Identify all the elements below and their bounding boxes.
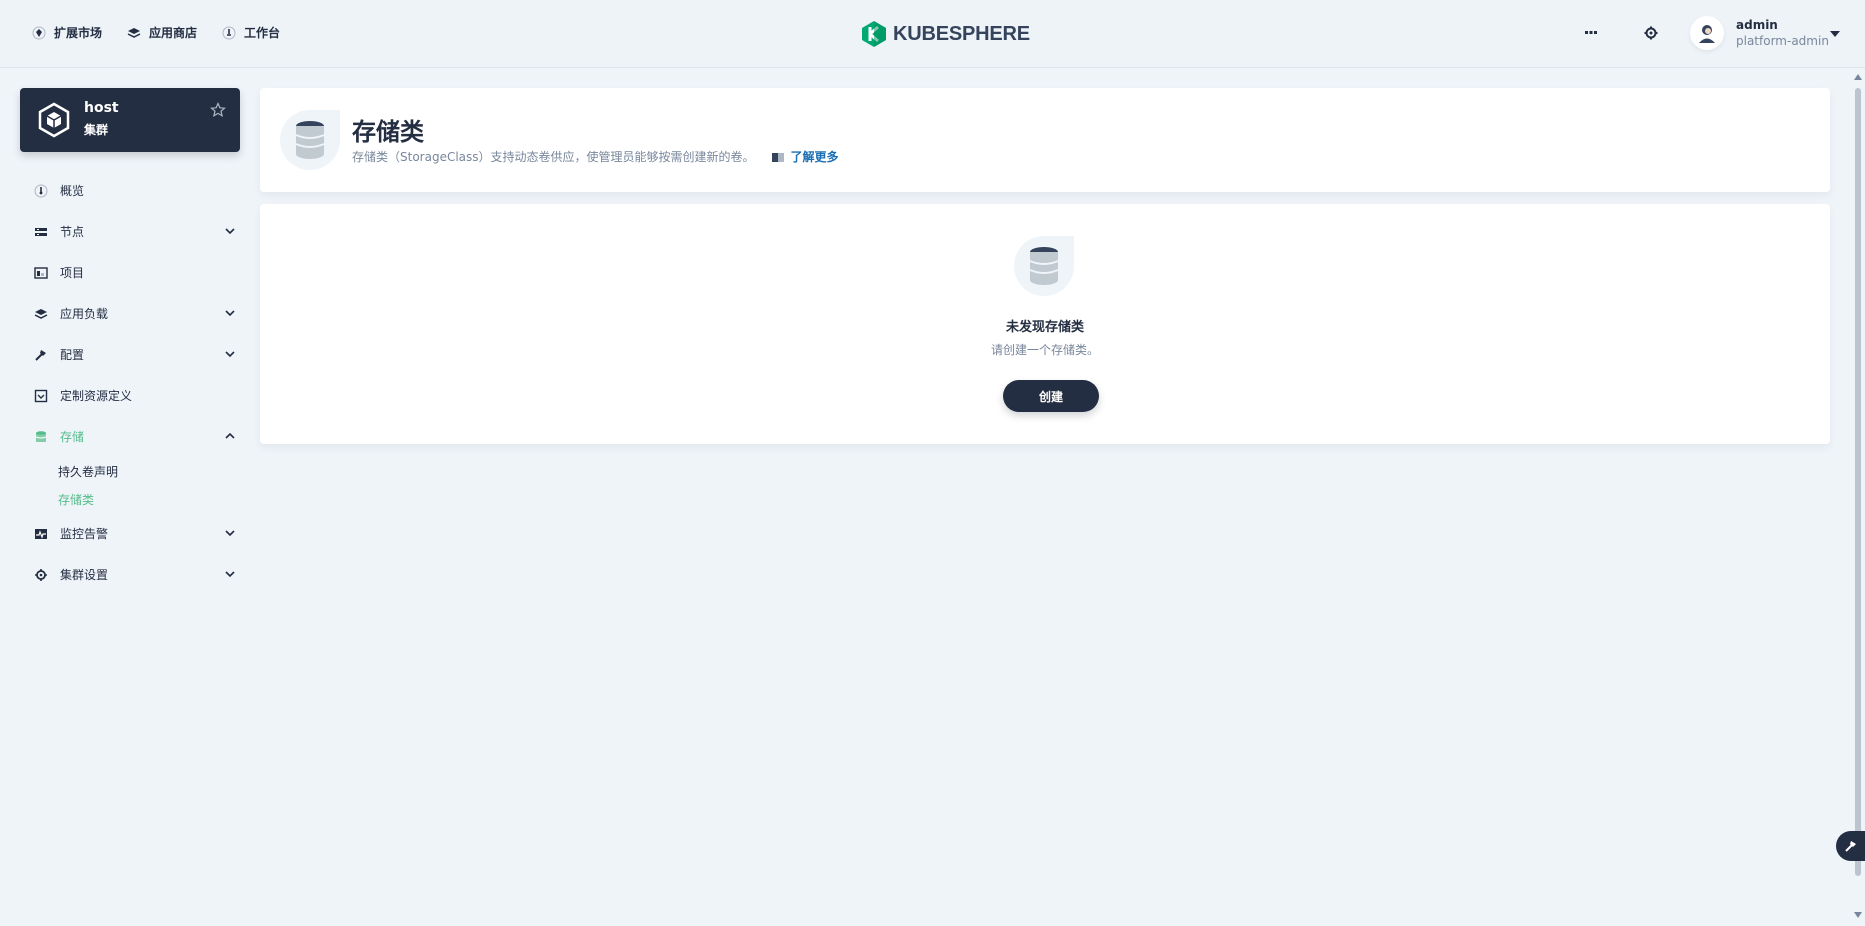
sidebar-item-nodes[interactable]: 节点 [20,211,240,252]
empty-state-description: 请创建一个存储类。 [990,343,1099,357]
nav-extensions[interactable]: 扩展市场 [32,24,102,41]
storage-icon [35,430,47,442]
storage-submenu: 持久卷声明 存储类 [20,457,240,513]
workbench-icon [222,26,236,39]
hammer-icon [1845,841,1856,852]
sidebar-item-storage[interactable]: 存储 [20,416,240,457]
user-menu[interactable]: admin platform-admin [1690,16,1829,50]
extensions-icon [32,26,46,39]
user-info: admin platform-admin [1736,17,1829,49]
sidebar-subitem-pvc[interactable]: 持久卷声明 [58,457,240,485]
sidebar-item-crd[interactable]: 定制资源定义 [20,375,240,416]
nav-workbench[interactable]: 工作台 [222,24,280,41]
chevron-down-icon [225,228,235,235]
nodes-icon [35,227,47,236]
workloads-icon [34,308,48,319]
apps-grid-icon[interactable] [1583,25,1599,41]
page-title: 存储类 [352,118,424,146]
logo-text: KUBESPHERE [893,22,1030,45]
book-icon [771,152,784,162]
sidebar-item-label: 存储 [60,430,85,444]
sidebar-item-label: 应用负载 [60,307,109,321]
top-nav: 扩展市场 应用商店 工作台 [32,24,280,41]
crd-icon [34,389,48,402]
cluster-icon [38,102,70,138]
chevron-down-icon [225,351,235,358]
sidebar-item-label: 项目 [60,266,85,280]
page-header: 存储类 存储类（StorageClass）支持动态卷供应，使管理员能够按需创建新… [260,88,1830,192]
nav-extensions-label: 扩展市场 [54,26,103,40]
user-name: admin [1736,18,1778,32]
user-role: platform-admin [1736,34,1829,48]
cluster-name: host [84,100,119,116]
sidebar-item-monitoring[interactable]: 监控告警 [20,513,240,554]
favorite-star-icon[interactable] [210,102,226,118]
cluster-type: 集群 [84,123,109,137]
configuration-icon [35,349,46,361]
nav-app-store-label: 应用商店 [149,26,198,40]
create-button[interactable]: 创建 [1003,380,1099,412]
scrollbar[interactable] [1853,70,1863,926]
sidebar-item-label: 配置 [60,348,85,362]
settings-gear-icon[interactable] [1643,25,1659,41]
learn-more-link[interactable]: 了解更多 [771,148,839,165]
storage-class-empty-icon [1014,236,1074,296]
chevron-down-icon [225,310,235,317]
chevron-down-icon [225,530,235,537]
kubesphere-logo-icon [862,21,886,47]
page-description-row: 存储类（StorageClass）支持动态卷供应，使管理员能够按需创建新的卷。 … [352,148,839,165]
sidebar-item-label: 集群设置 [60,568,109,582]
sidebar-subitem-storage-class[interactable]: 存储类 [58,485,240,513]
overview-icon [34,184,48,197]
avatar [1690,16,1724,50]
user-dropdown-caret-icon[interactable] [1830,31,1840,37]
learn-more-label: 了解更多 [790,150,839,164]
monitoring-icon [35,528,47,539]
scroll-up-arrow-icon[interactable] [1854,74,1862,80]
cluster-settings-icon [35,568,47,581]
kubesphere-logo[interactable]: KUBESPHERE [861,20,1030,48]
chevron-down-icon [225,571,235,578]
user-avatar-icon [1699,25,1715,43]
sidebar-item-configuration[interactable]: 配置 [20,334,240,375]
nav-workbench-label: 工作台 [244,26,281,40]
sidebar-item-workloads[interactable]: 应用负载 [20,293,240,334]
empty-state-card: 未发现存储类 请创建一个存储类。 创建 [260,204,1830,444]
sidebar-item-label: 定制资源定义 [60,389,133,403]
sidebar-item-cluster-settings[interactable]: 集群设置 [20,554,240,595]
cluster-card[interactable]: host 集群 [20,88,240,152]
chevron-up-icon [225,432,235,439]
storage-class-icon [280,110,340,170]
floating-toolbox-button[interactable] [1836,831,1865,861]
sidebar-item-label: 监控告警 [60,527,109,541]
app-store-icon [127,27,141,38]
scroll-thumb[interactable] [1855,88,1861,876]
sidebar-item-projects[interactable]: 项目 [20,252,240,293]
sidebar-item-label: 概览 [60,184,85,198]
sidebar-menu: 概览 节点 项目 应用负载 配置 定制资源定义 存储 持久卷声明 存储类 监控告… [20,170,240,595]
projects-icon [34,266,48,279]
sidebar-item-overview[interactable]: 概览 [20,170,240,211]
nav-app-store[interactable]: 应用商店 [127,24,197,41]
scroll-down-arrow-icon[interactable] [1854,912,1862,918]
page-description: 存储类（StorageClass）支持动态卷供应，使管理员能够按需创建新的卷。 [352,150,755,164]
empty-state-title: 未发现存储类 [1005,320,1084,335]
top-bar: 扩展市场 应用商店 工作台 KUBESPHERE admin platform-… [0,0,1865,68]
sidebar-item-label: 节点 [60,225,85,239]
